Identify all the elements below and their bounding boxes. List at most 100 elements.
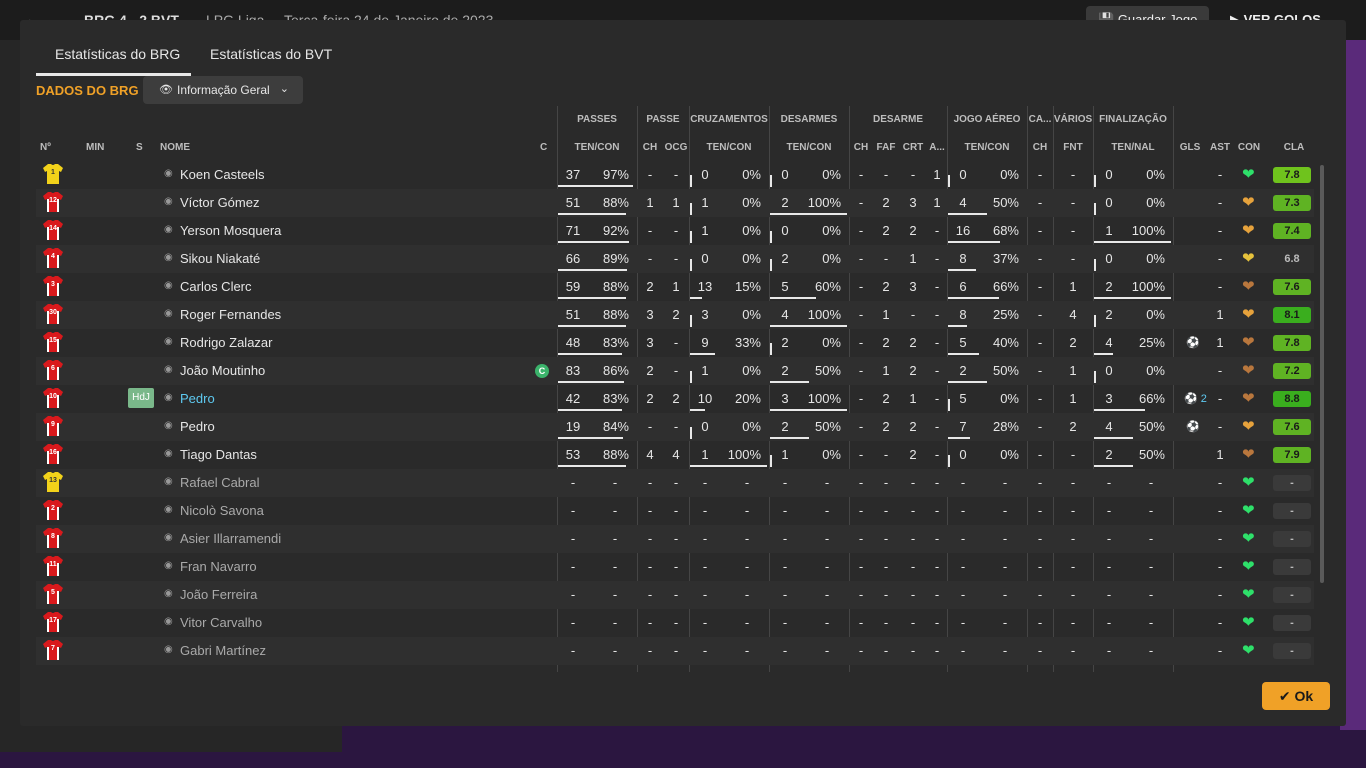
col-goals[interactable]: GLS <box>1178 142 1202 153</box>
table-row[interactable]: 5 ◉ João Ferreira - - - - - - - - - - - - - - - - - - - ❤ - <box>36 581 1314 609</box>
table-row[interactable]: 7 ◉ Gabri Martínez - - - - - - - - - - - - - - - - - - - ❤ - <box>36 637 1314 665</box>
player-profile-icon[interactable]: ◉ <box>164 392 173 403</box>
player-name[interactable]: Asier Illarramendi <box>180 531 281 546</box>
player-profile-icon[interactable]: ◉ <box>164 224 173 235</box>
player-name[interactable]: Tiago Dantas <box>180 447 257 462</box>
player-profile-icon[interactable]: ◉ <box>164 420 173 431</box>
player-name[interactable]: Fran Navarro <box>180 559 257 574</box>
col-captain[interactable]: C <box>540 142 547 153</box>
col-fnt[interactable]: FNT <box>1060 142 1086 153</box>
col-condition[interactable]: CON <box>1236 142 1262 153</box>
player-profile-icon[interactable]: ◉ <box>164 252 173 263</box>
player-name[interactable]: Roger Fernandes <box>180 307 281 322</box>
shots-attempts: - <box>1106 503 1112 518</box>
table-row[interactable]: 30 ◉ Roger Fernandes 51 88% 3 2 3 0% 4 100% - 1 - - 8 25… <box>36 301 1314 329</box>
col-number[interactable]: Nº <box>40 142 51 153</box>
player-name[interactable]: Víctor Gómez <box>180 195 259 210</box>
player-profile-icon[interactable]: ◉ <box>164 532 173 543</box>
col-shot-ten-nal[interactable]: TEN/NAL <box>1093 142 1173 153</box>
col-ca-ch[interactable]: CH <box>1029 142 1051 153</box>
player-profile-icon[interactable]: ◉ <box>164 364 173 375</box>
crosses-attempts: - <box>702 587 708 602</box>
tab-brg-stats[interactable]: Estatísticas do BRG <box>55 46 180 62</box>
col-minutes[interactable]: MIN <box>86 142 104 153</box>
shots-percent: - <box>1148 559 1154 574</box>
shots-success-bar <box>1094 315 1096 327</box>
player-name[interactable]: João Moutinho <box>180 363 265 378</box>
player-profile-icon[interactable]: ◉ <box>164 308 173 319</box>
table-row[interactable]: 10 HdJ ◉ Pedro 42 83% 2 2 10 20% 3 100% - 2 1 - 5 0% - 1 3 66… <box>36 385 1314 413</box>
col-name[interactable]: NOME <box>160 142 190 153</box>
ca-ch: - <box>1037 195 1043 210</box>
table-row[interactable]: 13 ◉ Rafael Cabral - - - - - - - - - - - - - - - - - - - ❤ - <box>36 469 1314 497</box>
aerial-attempts: 0 <box>959 167 967 182</box>
group-header-tackle: DESARME <box>872 114 923 125</box>
player-profile-icon[interactable]: ◉ <box>164 560 173 571</box>
col-pass-ocg[interactable]: OCG <box>663 142 689 153</box>
table-row[interactable]: 14 ◉ Yerson Mosquera 71 92% - -1 0% 0 0% -2 2-16 68%… <box>36 217 1314 245</box>
col-pass-ten-con[interactable]: TEN/CON <box>557 142 637 153</box>
table-row[interactable]: 17 ◉ Vitor Carvalho - - - - - - - - - - - - - - - - - - - ❤ - <box>36 609 1314 637</box>
player-name[interactable]: Rafael Cabral <box>180 475 260 490</box>
col-rating[interactable]: CLA <box>1278 142 1310 153</box>
table-row[interactable]: 6 ◉ João Moutinho C 83 86% 2 - 1 0% 2 50% - 1 2 - 2 50% - 1… <box>36 357 1314 385</box>
player-profile-icon[interactable]: ◉ <box>164 504 173 515</box>
passes-attempts: - <box>570 587 576 602</box>
player-name[interactable]: Gabri Martínez <box>180 643 266 658</box>
player-name[interactable]: Koen Casteels <box>180 167 265 182</box>
table-row[interactable]: 2 ◉ Nicolò Savona - - - - - - - - - - - - - - - - - - - ❤ - <box>36 497 1314 525</box>
player-name[interactable]: Yerson Mosquera <box>180 223 281 238</box>
col-a[interactable]: A... <box>927 142 947 153</box>
col-faf[interactable]: FAF <box>875 142 897 153</box>
player-profile-icon[interactable]: ◉ <box>164 644 173 655</box>
table-scrollbar[interactable] <box>1320 165 1324 583</box>
aerial-attempts: - <box>960 643 966 658</box>
table-row[interactable]: 15 ◉ Rodrigo Zalazar 48 83% 3 - 9 33% 2 0% - 2 2 - 5 40%… <box>36 329 1314 357</box>
col-pass-ch[interactable]: CH <box>639 142 661 153</box>
crosses-percent: 33% <box>734 335 761 350</box>
tackle-faf: - <box>883 447 889 462</box>
table-row[interactable]: 8 ◉ Asier Illarramendi - - - - - - - - - - - - - - - - - - - ❤… <box>36 525 1314 553</box>
ok-button[interactable]: ✔ Ok <box>1262 682 1330 710</box>
player-profile-icon[interactable]: ◉ <box>164 336 173 347</box>
table-row[interactable]: 3 ◉ Carlos Clerc 59 88% 2 1 13 15% 5 60% - 2 3 - 6 66% - 1… <box>36 273 1314 301</box>
player-name[interactable]: Nicolò Savona <box>180 503 264 518</box>
player-name[interactable]: Pedro <box>180 391 215 406</box>
player-stats-table[interactable]: 1 ◉ Koen Casteels 37 97% - -0 0% 0 0% - - -1 0 0% - -0 0%… <box>36 161 1314 672</box>
player-profile-icon[interactable]: ◉ <box>164 196 173 207</box>
player-name[interactable]: Vitor Carvalho <box>180 615 262 630</box>
player-profile-icon[interactable]: ◉ <box>164 448 173 459</box>
tackles-percent: 0% <box>822 335 841 350</box>
table-row[interactable]: 9 ◉ Pedro 19 84% - - 0 0% 2 50% - 2 2 - 7 28% - 2 4 50% ⚽ - ❤ 7.… <box>36 413 1314 441</box>
player-name[interactable]: Rodrigo Zalazar <box>180 335 273 350</box>
tackle-a: - <box>934 643 940 658</box>
player-name[interactable]: Carlos Clerc <box>180 279 252 294</box>
col-tackle-ten-con[interactable]: TEN/CON <box>769 142 849 153</box>
table-row[interactable]: 12 ◉ Víctor Gómez 51 88% 1 1 1 0% 2 100% - 2 3 1 4 50% - -… <box>36 189 1314 217</box>
player-profile-icon[interactable]: ◉ <box>164 476 173 487</box>
player-name[interactable]: Pedro <box>180 419 215 434</box>
player-profile-icon[interactable]: ◉ <box>164 168 173 179</box>
crosses-percent: 20% <box>734 391 761 406</box>
chevron-down-icon: ⌄ <box>279 83 289 95</box>
col-sub[interactable]: S <box>136 142 143 153</box>
col-aerial-ten-con[interactable]: TEN/CON <box>947 142 1027 153</box>
col-assists[interactable]: AST <box>1208 142 1232 153</box>
col-cross-ten-con[interactable]: TEN/CON <box>689 142 769 153</box>
table-row[interactable]: 1 ◉ Koen Casteels 37 97% - - 0 0% 0 0% - - - 1 0 0% - - 0 0%… <box>36 161 1314 189</box>
player-profile-icon[interactable]: ◉ <box>164 588 173 599</box>
fnt: - <box>1070 223 1076 238</box>
player-name[interactable]: João Ferreira <box>180 587 257 602</box>
col-tackle-ch[interactable]: CH <box>851 142 871 153</box>
table-row[interactable]: 11 ◉ Fran Navarro - - - - - - - - - - - - - - - - - - - ❤ - <box>36 553 1314 581</box>
col-crt[interactable]: CRT <box>902 142 924 153</box>
aerial-success-bar <box>948 297 999 299</box>
view-select-dropdown[interactable]: 👁 Informação Geral ⌄ <box>143 76 303 104</box>
player-name[interactable]: Sikou Niakaté <box>180 251 260 266</box>
table-row[interactable]: 4 ◉ Sikou Niakaté 66 89% - - 0 0% 2 0% - - 1 - 8 37% - - 0 0… <box>36 245 1314 273</box>
table-row[interactable]: 16 ◉ Tiago Dantas 53 88% 4 4 1 100% 1 0% - - 2 - 0 0% - - 2… <box>36 441 1314 469</box>
tab-bvt-stats[interactable]: Estatísticas do BVT <box>210 46 332 62</box>
tackles-success-bar <box>770 455 772 467</box>
player-profile-icon[interactable]: ◉ <box>164 616 173 627</box>
player-profile-icon[interactable]: ◉ <box>164 280 173 291</box>
